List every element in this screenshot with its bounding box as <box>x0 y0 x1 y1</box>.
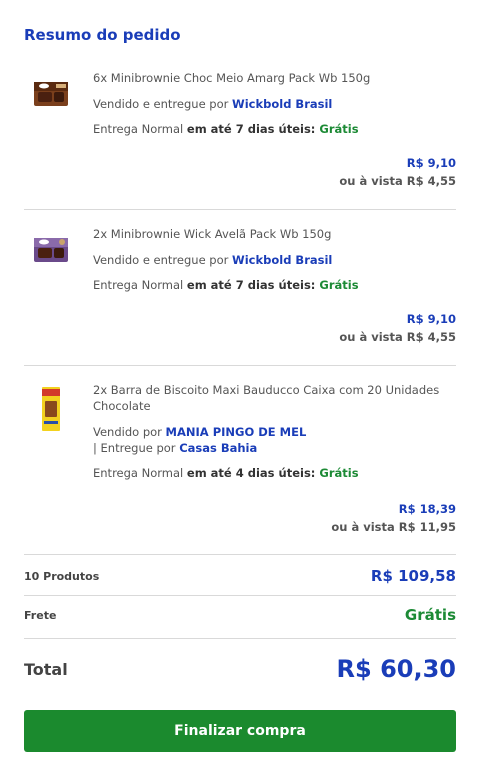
item-cash-price: ou à vista R$ 11,95 <box>331 520 456 534</box>
page-title: Resumo do pedido <box>24 26 181 44</box>
shipping-label: Frete <box>24 608 57 622</box>
divider <box>24 595 456 596</box>
divider <box>24 209 456 210</box>
seller-link[interactable]: MANIA PINGO DE MEL <box>166 425 307 439</box>
order-item: 2x Minibrownie Wick Avelã Pack Wb 150g V… <box>24 224 456 354</box>
deliverer-line: | Entregue por Casas Bahia <box>93 440 456 456</box>
order-item: 2x Barra de Biscoito Maxi Bauducco Caixa… <box>24 380 456 540</box>
order-item: 6x Minibrownie Choc Meio Amarg Pack Wb 1… <box>24 68 456 198</box>
delivery-cost: Grátis <box>319 122 359 136</box>
divider <box>24 365 456 366</box>
delivery-time: em até 7 dias úteis: <box>186 278 320 292</box>
delivery-time: em até 4 dias úteis: <box>186 466 320 480</box>
products-count-label: 10 Produtos <box>24 569 100 583</box>
item-info: 2x Barra de Biscoito Maxi Bauducco Caixa… <box>93 382 456 481</box>
item-name[interactable]: 2x Barra de Biscoito Maxi Bauducco Caixa… <box>93 382 456 414</box>
shipping-row: Frete Grátis <box>24 603 456 627</box>
delivery-type: Entrega Normal <box>93 278 187 292</box>
seller-link[interactable]: Wickbold Brasil <box>232 253 332 267</box>
total-row: Total R$ 60,30 <box>24 652 456 686</box>
item-price: R$ 18,39 <box>398 502 456 516</box>
item-name[interactable]: 6x Minibrownie Choc Meio Amarg Pack Wb 1… <box>93 70 456 86</box>
seller-line: Vendido por MANIA PINGO DE MEL <box>93 424 456 440</box>
total-label: Total <box>24 659 68 679</box>
delivery-line: Entrega Normal em até 7 dias úteis: Grát… <box>93 121 456 137</box>
delivery-line: Entrega Normal em até 7 dias úteis: Grát… <box>93 277 456 293</box>
item-price-block: R$ 9,10 ou à vista R$ 4,55 <box>339 310 456 346</box>
delivery-type: Entrega Normal <box>93 466 187 480</box>
item-info: 6x Minibrownie Choc Meio Amarg Pack Wb 1… <box>93 70 456 137</box>
checkout-button[interactable]: Finalizar compra <box>24 710 456 752</box>
delivery-cost: Grátis <box>319 278 359 292</box>
seller-line: Vendido e entregue por Wickbold Brasil <box>93 252 456 268</box>
shipping-value: Grátis <box>404 606 456 624</box>
item-cash-price: ou à vista R$ 4,55 <box>339 174 456 188</box>
delivery-line: Entrega Normal em até 4 dias úteis: Grát… <box>93 465 456 481</box>
minibrownie-avela-pack-icon[interactable] <box>32 232 72 270</box>
seller-link[interactable]: Wickbold Brasil <box>232 97 332 111</box>
minibrownie-chocolate-pack-icon[interactable] <box>32 76 72 114</box>
item-info: 2x Minibrownie Wick Avelã Pack Wb 150g V… <box>93 226 456 293</box>
divider <box>24 554 456 555</box>
products-subtotal-value: R$ 109,58 <box>370 567 456 585</box>
seller-line: Vendido e entregue por Wickbold Brasil <box>93 96 456 112</box>
item-name[interactable]: 2x Minibrownie Wick Avelã Pack Wb 150g <box>93 226 456 242</box>
delivery-cost: Grátis <box>319 466 359 480</box>
total-value: R$ 60,30 <box>336 655 456 683</box>
delivery-time: em até 7 dias úteis: <box>186 122 320 136</box>
deliverer-link[interactable]: Casas Bahia <box>179 441 257 455</box>
seller-prefix: Vendido e entregue por <box>93 97 233 111</box>
deliverer-prefix: | Entregue por <box>93 441 180 455</box>
seller-prefix: Vendido por <box>93 425 166 439</box>
item-price-block: R$ 18,39 ou à vista R$ 11,95 <box>331 500 456 536</box>
item-cash-price: ou à vista R$ 4,55 <box>339 330 456 344</box>
delivery-type: Entrega Normal <box>93 122 187 136</box>
divider <box>24 638 456 639</box>
bauducco-biscuit-bar-icon[interactable] <box>36 385 76 437</box>
item-price: R$ 9,10 <box>406 312 456 326</box>
products-subtotal-row: 10 Produtos R$ 109,58 <box>24 564 456 588</box>
seller-prefix: Vendido e entregue por <box>93 253 233 267</box>
item-price-block: R$ 9,10 ou à vista R$ 4,55 <box>339 154 456 190</box>
item-price: R$ 9,10 <box>406 156 456 170</box>
